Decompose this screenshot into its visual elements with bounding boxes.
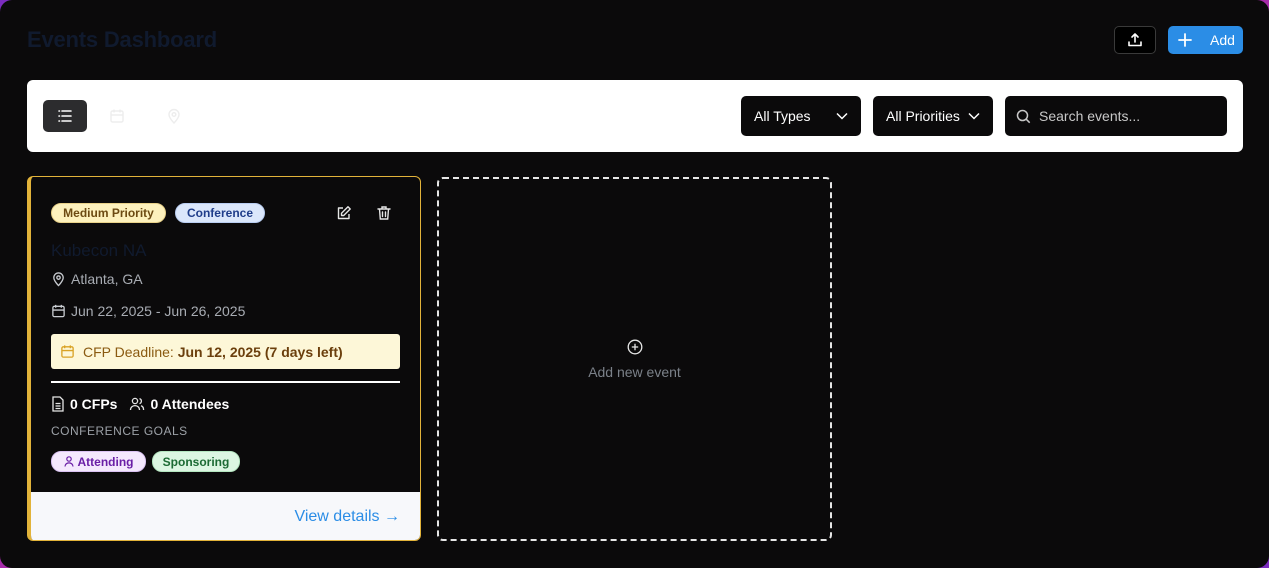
upload-icon (1128, 33, 1142, 47)
edit-button[interactable] (336, 205, 352, 226)
plus-circle-icon (627, 339, 642, 354)
calendar-icon (52, 304, 65, 318)
map-pin-icon (168, 108, 180, 124)
goal-badge-sponsoring: Sponsoring (152, 451, 240, 472)
user-icon (63, 456, 74, 467)
priority-filter-value: All Priorities (886, 108, 960, 124)
event-dates: Jun 22, 2025 - Jun 26, 2025 (51, 303, 245, 319)
card-footer: View details → (31, 492, 420, 540)
users-icon (130, 397, 145, 411)
plus-icon (1178, 33, 1192, 47)
event-stats: 0 CFPs 0 Attendees (51, 396, 229, 412)
deadline-label: CFP Deadline: (83, 343, 174, 360)
document-icon (52, 396, 64, 412)
add-new-event-card[interactable]: Add new event (437, 177, 832, 541)
add-button-label: Add (1210, 32, 1235, 48)
edit-icon (337, 206, 351, 220)
page-title: Events Dashboard (27, 27, 217, 52)
divider (51, 381, 400, 383)
chevron-down-icon (968, 112, 980, 120)
type-filter-value: All Types (754, 108, 811, 124)
add-button[interactable]: Add (1168, 26, 1243, 54)
chevron-down-icon (836, 112, 848, 120)
list-view-button[interactable] (43, 100, 87, 132)
calendar-icon (61, 345, 74, 358)
calendar-view-button[interactable] (109, 108, 125, 129)
cfp-count-text: 0 CFPs (70, 396, 118, 412)
type-filter-select[interactable]: All Types (741, 96, 861, 136)
list-icon (58, 110, 72, 122)
goals-label: CONFERENCE GOALS (51, 424, 188, 438)
delete-button[interactable] (376, 205, 392, 226)
search-input[interactable] (1039, 108, 1219, 124)
app-window: Events Dashboard Add All Types All Prior… (0, 0, 1269, 568)
priority-filter-select[interactable]: All Priorities (873, 96, 993, 136)
search-icon (1016, 109, 1031, 123)
cfp-deadline-banner: CFP Deadline: Jun 12, 2025 (7 days left) (51, 334, 400, 369)
dates-text: Jun 22, 2025 - Jun 26, 2025 (71, 303, 246, 319)
event-location: Atlanta, GA (51, 271, 143, 287)
attendee-count: 0 Attendees (129, 396, 229, 412)
export-button[interactable] (1114, 26, 1156, 54)
goal-text: Attending (77, 454, 134, 469)
filter-toolbar: All Types All Priorities (27, 80, 1243, 152)
priority-badge: Medium Priority (51, 203, 166, 223)
event-title[interactable]: Kubecon NA (51, 241, 146, 261)
attendee-count-text: 0 Attendees (150, 396, 230, 412)
cfp-count: 0 CFPs (51, 396, 117, 412)
calendar-icon (110, 109, 124, 123)
deadline-value: Jun 12, 2025 (7 days left) (177, 343, 343, 360)
type-badge: Conference (175, 203, 265, 223)
add-new-event-label: Add new event (588, 363, 681, 380)
trash-icon (377, 206, 391, 220)
search-box (1005, 96, 1227, 136)
map-pin-icon (53, 272, 64, 287)
location-text: Atlanta, GA (71, 271, 143, 287)
map-view-button[interactable] (166, 108, 182, 129)
event-card: Medium Priority Conference Kubecon NA At… (27, 176, 421, 541)
goal-badge-attending: Attending (51, 451, 146, 472)
view-details-link[interactable]: View details → (294, 508, 400, 526)
